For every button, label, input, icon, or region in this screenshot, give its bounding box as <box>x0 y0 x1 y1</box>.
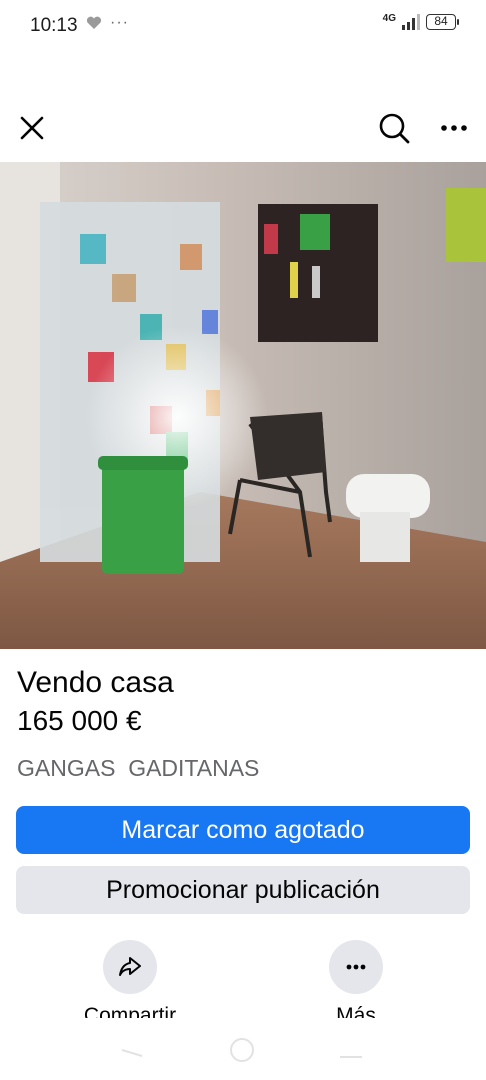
more-button[interactable] <box>329 940 383 994</box>
more-action[interactable]: Más <box>286 940 426 1018</box>
mark-as-sold-button[interactable]: Marcar como agotado <box>16 806 470 854</box>
close-icon[interactable] <box>14 110 50 146</box>
top-nav <box>0 100 486 156</box>
more-horizontal-icon <box>346 964 366 970</box>
status-bar: 10:13 ··· 4G 84 <box>0 0 486 52</box>
listing-group[interactable]: GANGAS GADITANAS <box>17 755 259 782</box>
share-label: Compartir <box>83 1004 177 1018</box>
home-icon[interactable] <box>230 1038 254 1062</box>
status-time: 10:13 <box>30 15 78 36</box>
promote-listing-button[interactable]: Promocionar publicación <box>16 866 470 914</box>
more-dots: ··· <box>110 14 129 31</box>
heart-icon <box>86 16 102 29</box>
share-action[interactable]: Compartir <box>60 940 200 1018</box>
share-icon <box>119 957 141 976</box>
listing-price: 165 000 € <box>17 705 142 736</box>
search-icon[interactable] <box>374 108 414 148</box>
back-gesture-icon[interactable] <box>120 1048 144 1058</box>
more-label: Más <box>336 1004 376 1018</box>
photo-image <box>0 162 486 649</box>
network-label: 4G <box>382 12 396 24</box>
share-button[interactable] <box>103 940 157 994</box>
listing-photo[interactable] <box>0 162 486 649</box>
battery-indicator: 84 <box>426 14 459 30</box>
status-left-icons: ··· <box>86 14 129 31</box>
more-horizontal-icon[interactable] <box>434 108 474 148</box>
signal-icon <box>402 14 420 30</box>
recents-icon[interactable] <box>340 1056 362 1058</box>
status-right: 4G 84 <box>382 12 459 30</box>
system-nav-bar <box>0 1018 486 1080</box>
listing-title: Vendo casa <box>17 666 174 699</box>
